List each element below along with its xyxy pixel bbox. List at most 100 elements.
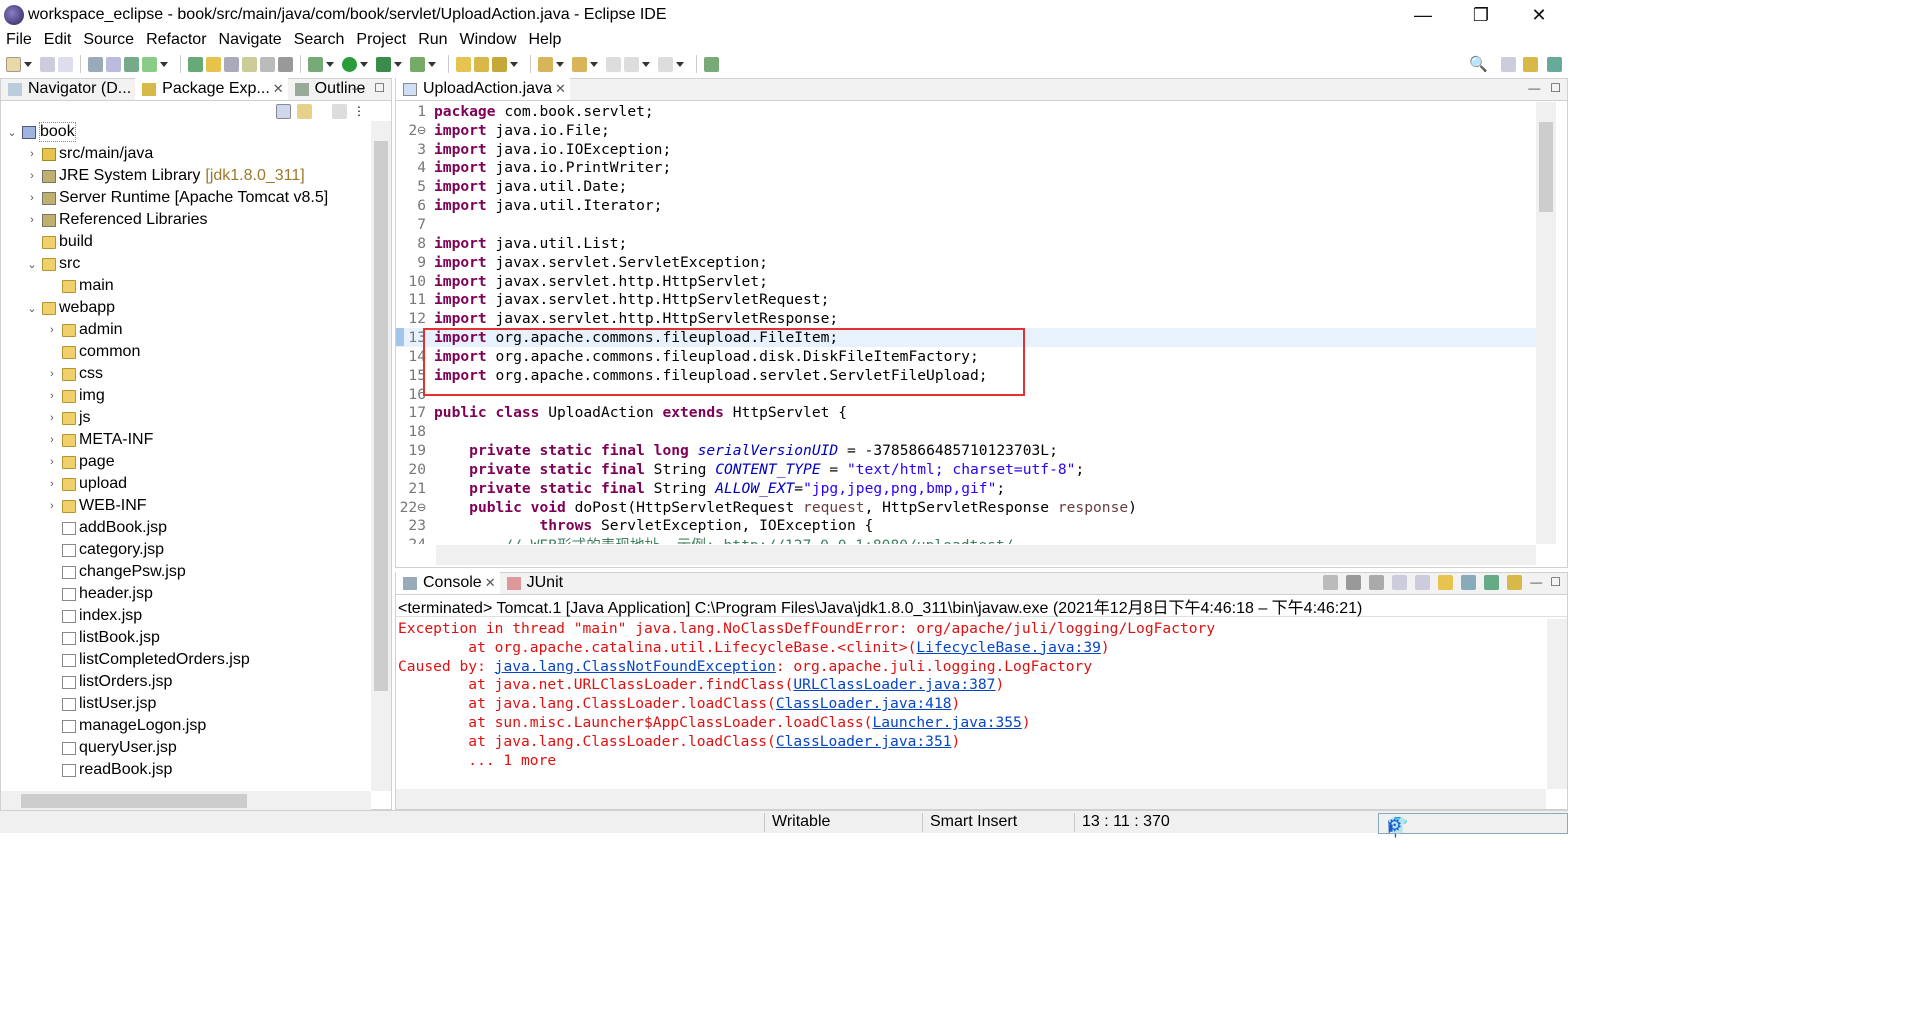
tree-item[interactable]: › Server Runtime [Apache Tomcat v8.5] [1, 187, 371, 209]
tree-item[interactable]: listCompletedOrders.jsp [1, 649, 371, 671]
whitespace-icon[interactable] [278, 56, 293, 72]
code-line[interactable]: 6 import java.util.Iterator; [396, 196, 1536, 215]
highlight-icon[interactable] [206, 56, 221, 72]
expand-chevron-icon[interactable]: › [45, 434, 59, 446]
perspective-icon[interactable] [1501, 56, 1516, 72]
code-line[interactable]: 7 [396, 215, 1536, 234]
expand-chevron-icon[interactable]: › [45, 324, 59, 336]
minimize-console-icon[interactable]: — [1530, 575, 1542, 590]
tree-item[interactable]: changePsw.jsp [1, 561, 371, 583]
tab-navigator[interactable]: Navigator (D... [1, 78, 135, 100]
code-area[interactable]: 1 package com.book.servlet; 2⊖ import java.… [396, 102, 1536, 544]
collapse-chevron-icon[interactable]: ⌄ [5, 126, 19, 139]
tree-item[interactable]: › upload [1, 473, 371, 495]
debug-run-icon[interactable] [308, 56, 323, 72]
terminal-icon[interactable] [88, 56, 103, 72]
search-icon[interactable]: 🔍 [1469, 55, 1488, 73]
tab-junit[interactable]: JUnit [500, 572, 567, 594]
block-select-icon[interactable] [242, 56, 257, 72]
coverage-icon[interactable] [376, 56, 391, 72]
tree-item[interactable]: › js [1, 407, 371, 429]
tree-item[interactable]: category.jsp [1, 539, 371, 561]
code-line[interactable]: 11 import javax.servlet.http.HttpServletR… [396, 290, 1536, 309]
scroll-lock-icon[interactable] [1415, 575, 1431, 590]
code-line[interactable]: 21 private static final String ALLOW_EXT… [396, 479, 1536, 498]
tree-item[interactable]: listBook.jsp [1, 627, 371, 649]
tree-item[interactable]: › css [1, 363, 371, 385]
external-tools-icon[interactable] [410, 56, 425, 72]
code-line[interactable]: 12 import javax.servlet.http.HttpServletR… [396, 309, 1536, 328]
expand-chevron-icon[interactable]: › [45, 368, 59, 380]
menu-refactor[interactable]: Refactor [146, 31, 206, 49]
open-type-icon[interactable] [492, 56, 507, 72]
code-line[interactable]: 4 import java.io.PrintWriter; [396, 159, 1536, 178]
expand-chevron-icon[interactable]: › [45, 412, 59, 424]
code-line[interactable]: 2⊖ import java.io.File; [396, 121, 1536, 140]
tree-item[interactable]: listOrders.jsp [1, 671, 371, 693]
tree-item[interactable]: build [1, 231, 371, 253]
view-menu-icon[interactable]: ⋮ [353, 104, 365, 118]
link-with-editor-icon[interactable] [297, 103, 312, 119]
prev-annotation-icon[interactable] [572, 56, 587, 72]
tree-item[interactable]: › admin [1, 319, 371, 341]
code-line[interactable]: 20 private static final String CONTENT_T… [396, 460, 1536, 479]
console-horizontal-scrollbar[interactable] [396, 789, 1546, 809]
tab-console[interactable]: Console ✕ [396, 572, 500, 594]
tree-item[interactable]: manageLogon.jsp [1, 715, 371, 737]
tree-item[interactable]: addBook.jsp [1, 517, 371, 539]
stack-trace-link[interactable]: ClassLoader.java:418 [776, 695, 952, 712]
stack-trace-link[interactable]: URLClassLoader.java:387 [793, 676, 995, 693]
tree-item[interactable]: listUser.jsp [1, 693, 371, 715]
code-line[interactable]: 9 import javax.servlet.ServletException; [396, 253, 1536, 272]
collapse-all-icon[interactable] [276, 103, 291, 119]
tab-uploadaction[interactable]: UploadAction.java ✕ [396, 78, 570, 100]
tab-package[interactable]: Package Exp... ✕ [135, 78, 288, 100]
expand-chevron-icon[interactable]: › [45, 390, 59, 402]
code-line[interactable]: 3 import java.io.IOException; [396, 140, 1536, 159]
editor-horizontal-scrollbar[interactable] [436, 545, 1536, 565]
restore-button[interactable]: ❐ [1452, 0, 1510, 30]
tree-item[interactable]: ⌄ webapp [1, 297, 371, 319]
java-perspective-icon[interactable] [1547, 56, 1562, 72]
menu-search[interactable]: Search [294, 31, 345, 49]
word-wrap-icon[interactable] [260, 56, 275, 72]
tree-item[interactable]: › META-INF [1, 429, 371, 451]
expand-chevron-icon[interactable]: › [25, 170, 39, 182]
last-edit-icon[interactable] [606, 56, 621, 72]
run-icon[interactable] [342, 56, 357, 72]
code-line[interactable]: 23 throws ServletException, IOException … [396, 517, 1536, 536]
maximize-console-icon[interactable]: ☐ [1550, 575, 1561, 590]
close-tab-icon[interactable]: ✕ [273, 81, 284, 97]
code-line[interactable]: 1 package com.book.servlet; [396, 102, 1536, 121]
expand-chevron-icon[interactable]: › [25, 192, 39, 204]
menu-source[interactable]: Source [83, 31, 134, 49]
save-all-icon[interactable] [58, 56, 73, 72]
menu-window[interactable]: Window [460, 31, 517, 49]
menu-edit[interactable]: Edit [44, 31, 72, 49]
open-perspective-icon[interactable] [704, 56, 719, 72]
close-tab-icon[interactable]: ✕ [555, 81, 566, 97]
tree-item[interactable]: common [1, 341, 371, 363]
expand-chevron-icon[interactable]: › [45, 478, 59, 490]
tree-item[interactable]: ⌄ book [1, 121, 371, 143]
menu-file[interactable]: File [6, 31, 32, 49]
tree-item[interactable]: › JRE System Library [jdk1.8.0_311] [1, 165, 371, 187]
new-icon[interactable] [6, 56, 21, 72]
tree-horizontal-scrollbar[interactable] [1, 791, 371, 811]
tree-item[interactable]: ⌄ src [1, 253, 371, 275]
stack-trace-link[interactable]: LifecycleBase.java:39 [916, 639, 1101, 656]
close-button[interactable]: ✕ [1510, 0, 1568, 30]
code-line[interactable]: 19 private static final long serialVersi… [396, 441, 1536, 460]
stack-trace-link[interactable]: Launcher.java:355 [872, 714, 1021, 731]
minimize-panel-icon[interactable]: — [352, 81, 364, 95]
collapse-chevron-icon[interactable]: ⌄ [25, 258, 39, 271]
ime-settings-icon[interactable]: ⚙ [1387, 816, 1402, 836]
remove-launch-icon[interactable] [1346, 575, 1362, 590]
focus-icon[interactable] [332, 103, 347, 119]
tree-item[interactable]: › Referenced Libraries [1, 209, 371, 231]
tree-item[interactable]: › WEB-INF [1, 495, 371, 517]
new-dropdown-icon[interactable] [24, 61, 32, 67]
editor-vertical-scrollbar[interactable] [1536, 102, 1556, 544]
pin-console-icon[interactable] [1461, 575, 1477, 590]
next-annotation-icon[interactable] [538, 56, 553, 72]
